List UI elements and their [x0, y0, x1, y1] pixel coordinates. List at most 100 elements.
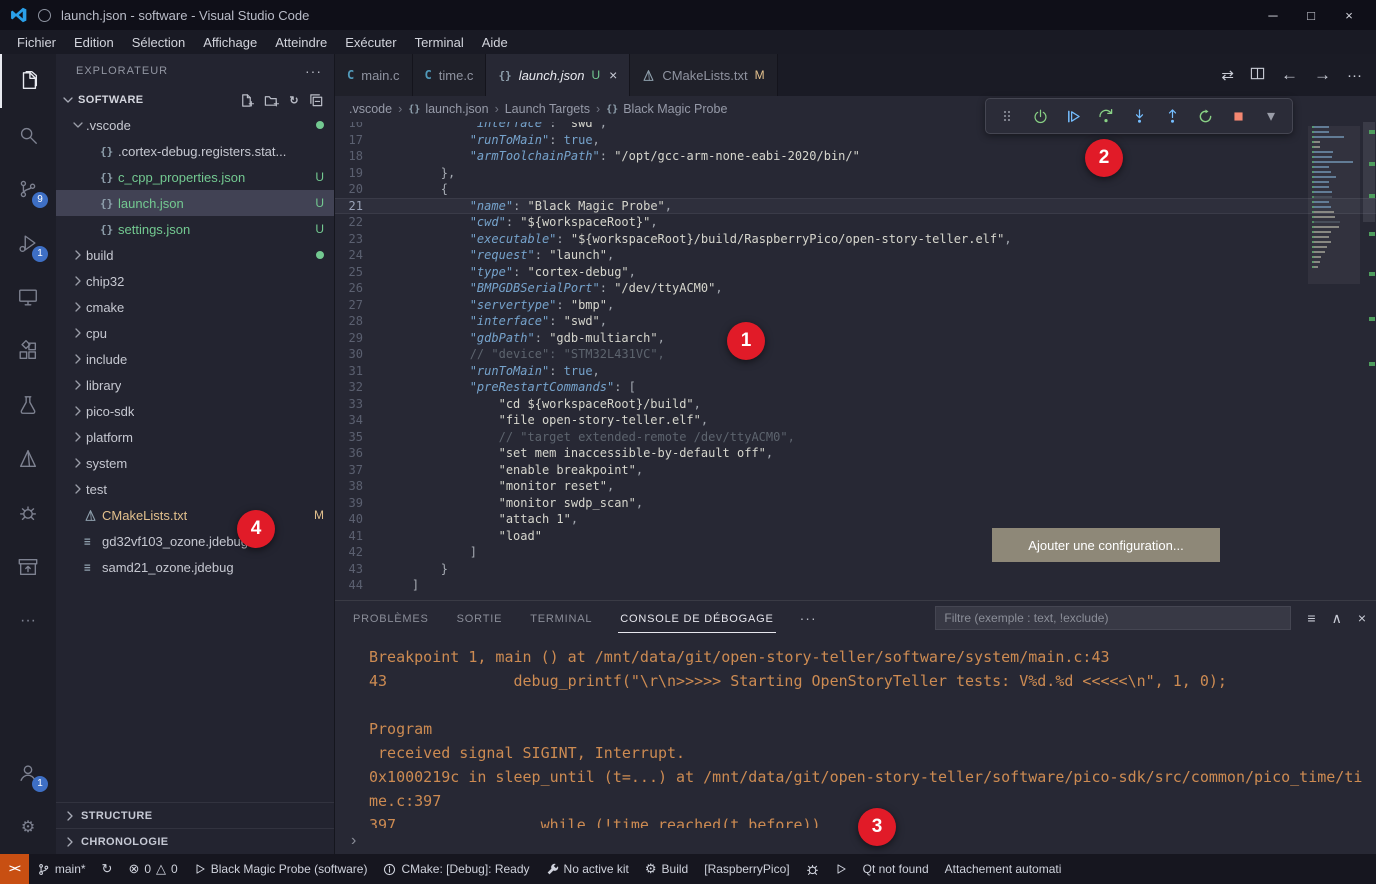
menu-atteindre[interactable]: Atteindre	[266, 33, 336, 52]
more-chevron-button[interactable]: ▾	[1258, 103, 1284, 129]
split-editor-icon[interactable]	[1250, 66, 1265, 85]
power-button[interactable]	[1027, 103, 1053, 129]
close-panel-icon[interactable]: ×	[1358, 610, 1366, 626]
debug-console-filter-input[interactable]	[935, 606, 1291, 630]
status-cmake-debug-ready[interactable]: CMake: [Debug]: Ready	[375, 854, 537, 884]
tab-main-c[interactable]: Cmain.c	[335, 54, 413, 96]
file-cmakelists-txt[interactable]: CMakeLists.txtM	[56, 502, 334, 528]
menu-edition[interactable]: Edition	[65, 33, 123, 52]
folder-cmake[interactable]: cmake	[56, 294, 334, 320]
explorer-section-software[interactable]: SOFTWARE ↻	[56, 88, 334, 112]
more-actions-icon[interactable]: ···	[1347, 67, 1362, 84]
panel-tab-probl-mes[interactable]: PROBLÈMES	[351, 604, 431, 633]
menu-ex-cuter[interactable]: Exécuter	[336, 33, 405, 52]
minimize-button[interactable]: ─	[1254, 8, 1292, 23]
continue-button[interactable]	[1060, 103, 1086, 129]
collapse-all-icon[interactable]	[309, 93, 324, 108]
new-folder-icon[interactable]	[264, 93, 279, 108]
panel-tab-console-de-d-bogage[interactable]: CONSOLE DE DÉBOGAGE	[618, 604, 775, 633]
collapse-all-icon[interactable]: ≡	[1307, 610, 1315, 626]
file-gd32vf103-ozone-jdebug[interactable]: ≡gd32vf103_ozone.jdebug	[56, 528, 334, 554]
activity-deploy[interactable]	[0, 540, 56, 594]
scrollbar-thumb[interactable]	[1363, 122, 1375, 222]
step-out-button[interactable]	[1159, 103, 1185, 129]
breadcrumb-launch-targets[interactable]: Launch Targets	[505, 102, 590, 116]
activity-more[interactable]: ···	[0, 594, 56, 648]
go-back-icon[interactable]: ←	[1281, 65, 1298, 85]
file-c-cpp-properties-json[interactable]: {}c_cpp_properties.jsonU	[56, 164, 334, 190]
status-attachement-automati[interactable]: Attachement automati	[937, 854, 1070, 884]
menu-fichier[interactable]: Fichier	[8, 33, 65, 52]
tab-cmakelists-txt[interactable]: CMakeLists.txtM	[630, 54, 777, 96]
activity-run-and-debug[interactable]: 1	[0, 216, 56, 270]
go-forward-icon[interactable]: →	[1314, 65, 1331, 85]
status-qt-not-found[interactable]: Qt not found	[855, 854, 937, 884]
folder-platform[interactable]: platform	[56, 424, 334, 450]
status-bug[interactable]	[798, 854, 827, 884]
file-samd21-ozone-jdebug[interactable]: ≡samd21_ozone.jdebug	[56, 554, 334, 580]
breadcrumb-launch-json[interactable]: {}launch.json	[408, 102, 488, 116]
close-window-button[interactable]: ×	[1330, 8, 1368, 23]
menu-aide[interactable]: Aide	[473, 33, 517, 52]
new-file-icon[interactable]	[239, 93, 254, 108]
status-item[interactable]: ><	[0, 854, 29, 884]
open-changes-icon[interactable]: ⇄	[1221, 66, 1234, 84]
status-problems[interactable]: ⊗0△0	[120, 854, 185, 884]
panel-tab-terminal[interactable]: TERMINAL	[528, 604, 594, 633]
folder-vscode[interactable]: .vscode	[56, 112, 334, 138]
explorer-more-actions-icon[interactable]: ···	[305, 63, 322, 79]
panel-tab-sortie[interactable]: SORTIE	[455, 604, 505, 633]
drag-handle[interactable]	[994, 103, 1020, 129]
folder-library[interactable]: library	[56, 372, 334, 398]
status-main[interactable]: main*	[29, 854, 94, 884]
section-structure[interactable]: STRUCTURE	[56, 802, 334, 828]
file-cortex-debug-registers-stat[interactable]: {}.cortex-debug.registers.stat...	[56, 138, 334, 164]
file-settings-json[interactable]: {}settings.jsonU	[56, 216, 334, 242]
breadcrumb-black-magic-probe[interactable]: {}Black Magic Probe	[606, 102, 727, 116]
maximize-button[interactable]: □	[1292, 8, 1330, 23]
breadcrumb-vscode[interactable]: .vscode	[349, 102, 392, 116]
activity-account[interactable]: 1	[0, 746, 56, 800]
folder-test[interactable]: test	[56, 476, 334, 502]
menu-affichage[interactable]: Affichage	[194, 33, 266, 52]
editor-code-area[interactable]: 16 "interface": "swd",17 "runToMain": tr…	[335, 122, 1376, 600]
stop-button[interactable]	[1225, 103, 1251, 129]
file-launch-json[interactable]: {}launch.jsonU	[56, 190, 334, 216]
status-sync[interactable]: ↻	[94, 854, 121, 884]
status-no-active-kit[interactable]: No active kit	[538, 854, 637, 884]
activity-source-control[interactable]: 9	[0, 162, 56, 216]
status-raspberrypico[interactable]: [RaspberryPico]	[696, 854, 797, 884]
add-configuration-button[interactable]: Ajouter une configuration...	[992, 528, 1220, 562]
step-into-button[interactable]	[1126, 103, 1152, 129]
activity-search[interactable]	[0, 108, 56, 162]
menu-s-lection[interactable]: Sélection	[123, 33, 194, 52]
restart-button[interactable]	[1192, 103, 1218, 129]
folder-chip32[interactable]: chip32	[56, 268, 334, 294]
tab-launch-json[interactable]: {}launch.jsonU×	[486, 54, 630, 96]
debug-console-input[interactable]: ›	[335, 828, 1376, 854]
activity-settings[interactable]: ⚙	[0, 800, 56, 854]
status-play[interactable]	[827, 854, 855, 884]
tab-time-c[interactable]: Ctime.c	[413, 54, 487, 96]
activity-cmake-tools[interactable]	[0, 432, 56, 486]
activity-debug-bug[interactable]	[0, 486, 56, 540]
refresh-icon[interactable]: ↻	[289, 93, 299, 108]
folder-pico-sdk[interactable]: pico-sdk	[56, 398, 334, 424]
activity-testing[interactable]	[0, 378, 56, 432]
activity-remote-explorer[interactable]	[0, 270, 56, 324]
section-chronologie[interactable]: CHRONOLOGIE	[56, 828, 334, 854]
editor-scrollbar[interactable]	[1362, 122, 1376, 600]
activity-explorer[interactable]	[0, 54, 56, 108]
folder-system[interactable]: system	[56, 450, 334, 476]
folder-cpu[interactable]: cpu	[56, 320, 334, 346]
folder-build[interactable]: build	[56, 242, 334, 268]
folder-include[interactable]: include	[56, 346, 334, 372]
maximize-panel-icon[interactable]: ∧	[1332, 610, 1342, 627]
status-build[interactable]: ⚙Build	[637, 854, 696, 884]
panel-more-tabs-icon[interactable]: ···	[800, 610, 817, 626]
status-black-magic-probe-software[interactable]: Black Magic Probe (software)	[186, 854, 376, 884]
minimap[interactable]	[1312, 126, 1358, 271]
activity-extensions[interactable]	[0, 324, 56, 378]
close-tab-icon[interactable]: ×	[609, 67, 617, 83]
step-over-button[interactable]	[1093, 103, 1119, 129]
